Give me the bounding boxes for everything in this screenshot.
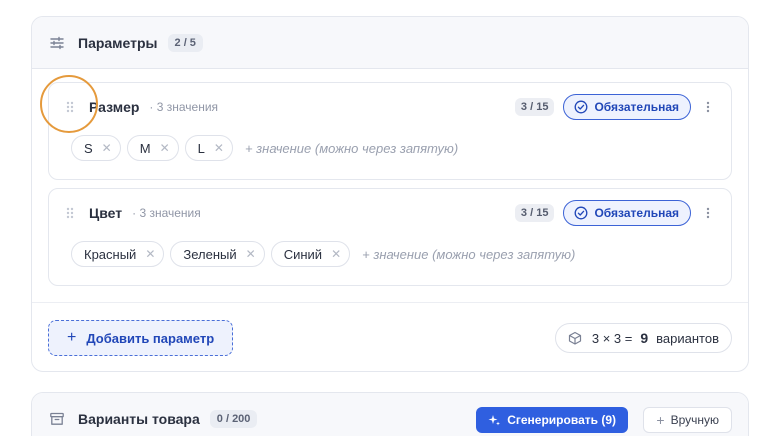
add-value-input[interactable]: + значение (можно через запятую): [362, 247, 575, 262]
check-circle-icon: [574, 206, 588, 220]
kebab-menu-icon[interactable]: [699, 100, 717, 114]
parameter-row-size: Размер · 3 значения 3 / 15 Обязательная …: [48, 82, 732, 180]
variants-title: Варианты товара: [78, 411, 200, 427]
parameter-value-count: · 3 значения: [132, 206, 201, 220]
combo-suffix: вариантов: [656, 330, 719, 346]
value-chip: M ✕: [126, 135, 179, 161]
drag-handle-icon[interactable]: [65, 206, 75, 220]
archive-box-icon: [48, 410, 66, 428]
value-chip-label: Синий: [283, 246, 323, 262]
sliders-icon: [48, 34, 66, 52]
combo-formula: 3 × 3 =: [591, 330, 633, 346]
value-chips: S ✕ M ✕ L ✕ + значение (можно через запятую…: [71, 134, 717, 162]
parameters-card: Параметры 2 / 5 Размер · 3 значения 3 / …: [31, 16, 749, 372]
generate-button[interactable]: Сгенерировать (9): [476, 407, 628, 433]
close-icon[interactable]: ✕: [246, 247, 256, 261]
close-icon[interactable]: ✕: [331, 247, 341, 261]
manual-label: Вручную: [670, 413, 719, 427]
value-chip-label: Красный: [84, 246, 137, 262]
variants-count-badge: 0 / 200: [209, 410, 258, 428]
parameters-footer: + Добавить параметр 3 × 3 = 9 вариантов: [32, 302, 748, 371]
required-toggle[interactable]: Обязательная: [563, 200, 691, 226]
parameter-value-count: · 3 значения: [149, 100, 219, 114]
variants-card: Варианты товара 0 / 200 Сгенерировать (9…: [31, 392, 749, 436]
required-label: Обязательная: [594, 100, 679, 114]
value-chip-label: S: [84, 140, 93, 156]
combo-total: 9: [640, 330, 649, 346]
cube-icon: [568, 331, 582, 345]
manual-button[interactable]: + Вручную: [643, 407, 732, 433]
parameters-header: Параметры 2 / 5: [32, 17, 748, 69]
value-chip: Синий ✕: [270, 241, 351, 267]
focus-highlight-ring: [40, 75, 98, 133]
add-parameter-label: Добавить параметр: [86, 330, 215, 346]
required-toggle[interactable]: Обязательная: [563, 94, 691, 120]
variants-header: Варианты товара 0 / 200: [32, 393, 748, 436]
close-icon[interactable]: ✕: [102, 141, 112, 155]
plus-icon: +: [67, 329, 77, 346]
parameters-count-badge: 2 / 5: [167, 33, 203, 52]
parameter-name[interactable]: Цвет: [89, 205, 122, 221]
plus-icon: +: [656, 412, 665, 428]
close-icon[interactable]: ✕: [160, 141, 170, 155]
required-label: Обязательная: [594, 206, 679, 220]
parameter-row-color: Цвет · 3 значения 3 / 15 Обязательная Кр…: [48, 188, 732, 286]
check-circle-icon: [574, 100, 588, 114]
value-chip-label: L: [197, 140, 205, 156]
sparkles-icon: [488, 414, 501, 427]
add-parameter-button[interactable]: + Добавить параметр: [48, 320, 233, 356]
generate-label: Сгенерировать (9): [507, 413, 616, 427]
parameters-title: Параметры: [78, 34, 158, 51]
variant-combination-summary: 3 × 3 = 9 вариантов: [554, 323, 732, 353]
value-chip-label: Зеленый: [183, 246, 237, 262]
close-icon[interactable]: ✕: [214, 141, 224, 155]
add-value-input[interactable]: + значение (можно через запятую): [245, 141, 458, 156]
value-chip-label: M: [139, 140, 151, 156]
value-limit-badge: 3 / 15: [514, 98, 555, 116]
value-limit-badge: 3 / 15: [514, 204, 555, 222]
kebab-menu-icon[interactable]: [699, 206, 717, 220]
value-chips: Красный ✕ Зеленый ✕ Синий ✕ + значение (мож…: [71, 240, 717, 268]
value-chip: S ✕: [71, 135, 121, 161]
value-chip: L ✕: [184, 135, 233, 161]
close-icon[interactable]: ✕: [145, 247, 155, 261]
value-chip: Красный ✕: [71, 241, 165, 267]
value-chip: Зеленый ✕: [170, 241, 265, 267]
